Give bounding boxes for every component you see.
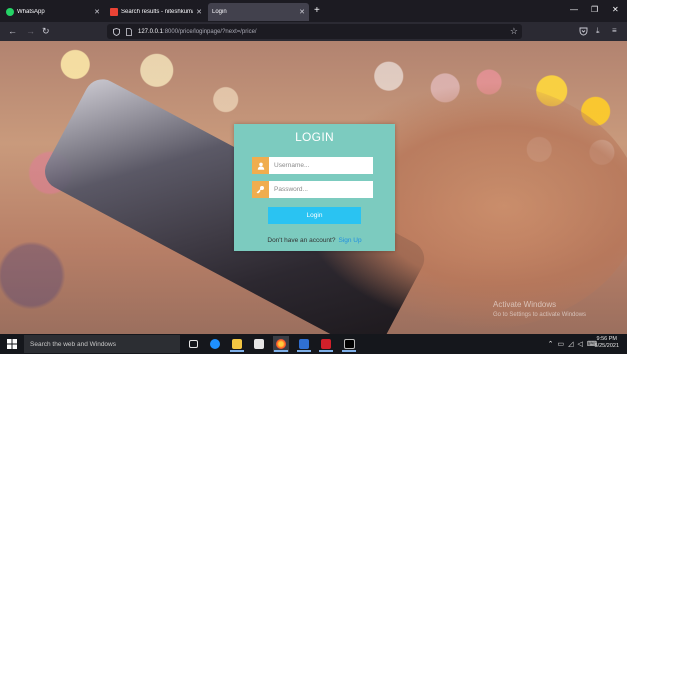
close-tab-icon[interactable]: ✕ bbox=[196, 8, 202, 16]
firefox-icon[interactable] bbox=[273, 336, 289, 352]
clock-time: 9:56 PM bbox=[596, 336, 617, 342]
url-path: :8000/price/loginpage/?next=/price/ bbox=[163, 28, 257, 35]
edge-icon[interactable] bbox=[207, 336, 223, 352]
tab-whatsapp[interactable]: WhatsApp ✕ bbox=[2, 3, 104, 21]
shield-icon[interactable] bbox=[113, 27, 120, 36]
login-title: LOGIN bbox=[295, 130, 334, 144]
taskbar-search-placeholder: Search the web and Windows bbox=[30, 340, 116, 348]
username-input[interactable] bbox=[269, 157, 373, 174]
screen: WhatsApp ✕ Search results - niteshkumar@… bbox=[0, 0, 627, 354]
task-view-icon[interactable] bbox=[185, 336, 201, 352]
new-tab-button[interactable]: + bbox=[314, 6, 320, 16]
pocket-icon[interactable] bbox=[579, 27, 588, 36]
signup-prompt: Don't have an account? bbox=[267, 237, 336, 244]
watermark-subtitle: Go to Settings to activate Windows bbox=[493, 312, 587, 318]
web-page: LOGIN Login Don't have an account?Sign U… bbox=[0, 41, 627, 334]
bookmark-star-icon[interactable]: ☆ bbox=[510, 26, 518, 37]
windows-start-icon[interactable] bbox=[7, 339, 17, 349]
taskbar-search-box[interactable]: Search the web and Windows bbox=[24, 335, 180, 353]
user-icon bbox=[252, 157, 269, 174]
gmail-icon bbox=[110, 8, 118, 16]
signup-link[interactable]: Sign Up bbox=[338, 237, 361, 244]
reload-icon[interactable]: ↻ bbox=[42, 26, 50, 36]
terminal-icon[interactable] bbox=[341, 336, 357, 352]
browser-tab-strip: WhatsApp ✕ Search results - niteshkumar@… bbox=[0, 0, 627, 22]
url-text: 127.0.0.1:8000/price/loginpage/?next=/pr… bbox=[138, 29, 257, 35]
key-icon bbox=[252, 181, 269, 198]
browser-nav-bar: ← → ↻ 127.0.0.1:8000/price/loginpage/?ne… bbox=[0, 22, 627, 41]
signup-row: Don't have an account? Sign Up bbox=[234, 237, 395, 244]
chevron-up-icon[interactable]: ⌃ bbox=[548, 340, 554, 348]
password-input[interactable] bbox=[269, 181, 373, 198]
login-card: LOGIN Login Don't have an account?Sign U… bbox=[234, 124, 395, 251]
file-explorer-icon[interactable] bbox=[229, 336, 245, 352]
windows-taskbar: Search the web and Windows ⌃ ▭ ◿ ◁ ⌨ 9:5… bbox=[0, 334, 627, 354]
password-field bbox=[252, 181, 375, 198]
username-field bbox=[252, 157, 375, 174]
address-bar[interactable]: 127.0.0.1:8000/price/loginpage/?next=/pr… bbox=[107, 24, 522, 39]
battery-icon[interactable]: ▭ bbox=[557, 340, 564, 348]
url-host: 127.0.0.1 bbox=[138, 28, 164, 35]
acrobat-icon[interactable] bbox=[318, 336, 334, 352]
back-icon[interactable]: ← bbox=[8, 26, 17, 36]
volume-icon[interactable]: ◁ bbox=[578, 340, 583, 348]
login-button[interactable]: Login bbox=[268, 207, 361, 224]
network-icon[interactable]: ◿ bbox=[568, 340, 573, 348]
tab-title: Login bbox=[212, 9, 227, 15]
downloads-icon[interactable]: ⤓ bbox=[596, 26, 600, 36]
tab-title: WhatsApp bbox=[17, 9, 45, 15]
close-window-icon[interactable]: ✕ bbox=[612, 6, 619, 14]
activate-windows-watermark: Activate Windows Go to Settings to activ… bbox=[493, 300, 586, 320]
close-tab-icon[interactable]: ✕ bbox=[299, 8, 305, 16]
watermark-title: Activate Windows bbox=[493, 300, 557, 309]
forward-icon[interactable]: → bbox=[26, 26, 35, 36]
system-tray: ⌃ ▭ ◿ ◁ ⌨ bbox=[548, 337, 597, 351]
close-tab-icon[interactable]: ✕ bbox=[94, 8, 100, 16]
outlook-icon[interactable] bbox=[296, 336, 312, 352]
store-icon[interactable] bbox=[251, 336, 267, 352]
minimize-icon[interactable]: — bbox=[570, 6, 578, 14]
tab-login[interactable]: Login ✕ bbox=[208, 3, 309, 21]
tab-title: Search results - niteshkumar@... bbox=[121, 9, 193, 15]
whatsapp-icon bbox=[6, 8, 14, 16]
clock-date: 5/25/2021 bbox=[594, 343, 619, 349]
tab-gmail-search[interactable]: Search results - niteshkumar@... ✕ bbox=[106, 3, 206, 21]
taskbar-clock[interactable]: 9:56 PM 5/25/2021 bbox=[595, 336, 619, 350]
page-icon bbox=[126, 27, 132, 36]
restore-icon[interactable]: ❐ bbox=[591, 6, 598, 14]
menu-icon[interactable]: ≡ bbox=[612, 26, 617, 36]
